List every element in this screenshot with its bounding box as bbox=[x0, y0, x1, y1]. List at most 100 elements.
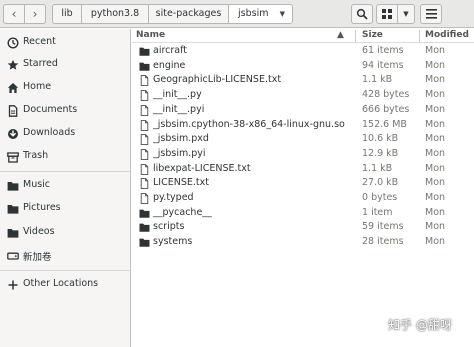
file-name: _jsbsim.pyi bbox=[153, 147, 206, 159]
file-name: aircraft bbox=[153, 45, 188, 56]
sidebar-item-starred[interactable]: Starred bbox=[0, 55, 130, 75]
breadcrumb-site-packages[interactable]: site-packages bbox=[148, 4, 229, 24]
file-size: 666 bytes bbox=[362, 103, 410, 115]
file-size: 61 items bbox=[362, 45, 404, 56]
folder-icon bbox=[7, 205, 19, 214]
sidebar-item-label: 新加卷 bbox=[23, 252, 52, 263]
sidebar-item-documents[interactable]: Documents bbox=[0, 101, 130, 121]
hamburger-menu-icon bbox=[425, 9, 437, 19]
breadcrumb-python38[interactable]: python3.8 bbox=[81, 4, 149, 24]
file-row[interactable]: __init__.pyi 666 bytes Mon bbox=[132, 103, 474, 118]
file-name: _jsbsim.cpython-38-x86_64-linux-gnu.so bbox=[153, 118, 345, 130]
file-modified: Mon bbox=[425, 192, 446, 203]
sidebar: Recent Starred Home Documents Downloads bbox=[0, 29, 131, 347]
file-size: 10.6 kB bbox=[362, 133, 399, 145]
sidebar-item-label: Downloads bbox=[23, 127, 76, 138]
sort-ascending-icon: ▲ bbox=[337, 30, 344, 40]
file-row[interactable]: LICENSE.txt 27.0 kB Mon bbox=[132, 176, 474, 191]
file-icon bbox=[140, 75, 149, 87]
sidebar-item-downloads[interactable]: Downloads bbox=[0, 124, 130, 144]
sidebar-item-label: Music bbox=[23, 179, 51, 190]
file-name: _jsbsim.pxd bbox=[153, 133, 209, 145]
column-divider[interactable] bbox=[355, 30, 356, 42]
file-icon bbox=[140, 178, 149, 190]
file-row[interactable]: _jsbsim.pxd 10.6 kB Mon bbox=[132, 132, 474, 147]
file-icon bbox=[140, 134, 149, 146]
sidebar-item-label: Recent bbox=[23, 36, 56, 47]
file-row[interactable]: __pycache__ 1 item Mon bbox=[132, 206, 474, 221]
sidebar-item-label: Pictures bbox=[23, 202, 61, 213]
sidebar-item-recent[interactable]: Recent bbox=[0, 33, 130, 53]
file-row[interactable]: _jsbsim.cpython-38-x86_64-linux-gnu.so 15… bbox=[132, 118, 474, 133]
search-icon bbox=[356, 8, 368, 20]
sidebar-item-label: Videos bbox=[23, 226, 55, 237]
view-options-button[interactable]: ▼ bbox=[397, 4, 415, 24]
file-name: __init__.py bbox=[153, 89, 202, 101]
header-bar: ‹ › lib python3.8 site-packages jsbsim ▼… bbox=[0, 0, 474, 28]
file-modified: Mon bbox=[425, 89, 446, 101]
drive-icon bbox=[7, 252, 19, 260]
file-row[interactable]: aircraft 61 items Mon bbox=[132, 44, 474, 59]
trash-icon bbox=[7, 152, 19, 163]
column-header-modified[interactable]: Modified bbox=[425, 30, 469, 40]
column-header-name[interactable]: Name bbox=[136, 30, 165, 40]
file-icon bbox=[140, 104, 149, 116]
file-modified: Mon bbox=[425, 206, 446, 218]
file-size: 0 bytes bbox=[362, 192, 398, 203]
file-name: LICENSE.txt bbox=[153, 177, 209, 189]
file-row[interactable]: engine 94 items Mon bbox=[132, 59, 474, 74]
file-modified: Mon bbox=[425, 162, 446, 174]
file-size: 428 bytes bbox=[362, 89, 410, 101]
breadcrumb-jsbsim[interactable]: jsbsim ▼ bbox=[228, 4, 293, 24]
file-row[interactable]: _jsbsim.pyi 12.9 kB Mon bbox=[132, 147, 474, 162]
sidebar-item-label: Starred bbox=[23, 58, 58, 69]
file-modified: Mon bbox=[425, 221, 446, 233]
folder-icon bbox=[139, 223, 150, 233]
main-menu-button[interactable] bbox=[420, 4, 442, 24]
folder-icon bbox=[139, 238, 150, 247]
column-divider[interactable] bbox=[419, 30, 420, 42]
file-modified: Mon bbox=[425, 177, 446, 189]
download-icon bbox=[8, 129, 18, 139]
file-modified: Mon bbox=[425, 74, 446, 86]
sidebar-item-other-locations[interactable]: Other Locations bbox=[0, 275, 130, 295]
folder-icon bbox=[139, 209, 150, 218]
file-row[interactable]: __init__.py 428 bytes Mon bbox=[132, 88, 474, 103]
sidebar-separator bbox=[0, 270, 130, 271]
sidebar-item-home[interactable]: Home bbox=[0, 78, 130, 98]
sidebar-item-videos[interactable]: Videos bbox=[0, 223, 130, 243]
file-modified: Mon bbox=[425, 103, 446, 115]
sidebar-item-pictures[interactable]: Pictures bbox=[0, 199, 130, 219]
file-name: py.typed bbox=[153, 192, 194, 203]
file-modified: Mon bbox=[425, 133, 446, 145]
sidebar-item-music[interactable]: Music bbox=[0, 176, 130, 196]
file-size: 94 items bbox=[362, 59, 404, 71]
view-toggle-button[interactable] bbox=[376, 4, 398, 24]
file-row[interactable]: systems 28 items Mon bbox=[132, 235, 474, 250]
file-icon bbox=[140, 90, 149, 101]
file-name: scripts bbox=[153, 221, 185, 233]
sidebar-separator bbox=[0, 171, 130, 172]
sidebar-item-volume[interactable]: 新加卷 bbox=[0, 246, 130, 266]
sidebar-item-label: Other Locations bbox=[23, 278, 99, 289]
file-name: systems bbox=[153, 236, 193, 248]
file-row[interactable]: libexpat-LICENSE.txt 1.1 kB Mon bbox=[132, 162, 474, 177]
sidebar-item-label: Documents bbox=[23, 104, 78, 115]
search-button[interactable] bbox=[351, 4, 373, 24]
file-modified: Mon bbox=[425, 59, 446, 71]
sidebar-item-trash[interactable]: Trash bbox=[0, 147, 130, 167]
file-row[interactable]: scripts 59 items Mon bbox=[132, 220, 474, 235]
breadcrumb-lib[interactable]: lib bbox=[52, 4, 82, 24]
file-modified: Mon bbox=[425, 147, 446, 159]
file-size: 1 item bbox=[362, 206, 393, 218]
file-row[interactable]: GeographicLib-LICENSE.txt 1.1 kB Mon bbox=[132, 73, 474, 88]
forward-button[interactable]: › bbox=[24, 4, 46, 24]
back-button[interactable]: ‹ bbox=[3, 4, 25, 24]
file-row[interactable]: py.typed 0 bytes Mon bbox=[132, 191, 474, 206]
file-name: libexpat-LICENSE.txt bbox=[153, 162, 251, 174]
column-header-size[interactable]: Size bbox=[362, 30, 383, 40]
file-name: __pycache__ bbox=[153, 206, 212, 218]
folder-icon bbox=[7, 182, 19, 191]
folder-icon bbox=[139, 62, 150, 71]
chevron-down-icon: ▼ bbox=[403, 10, 409, 18]
